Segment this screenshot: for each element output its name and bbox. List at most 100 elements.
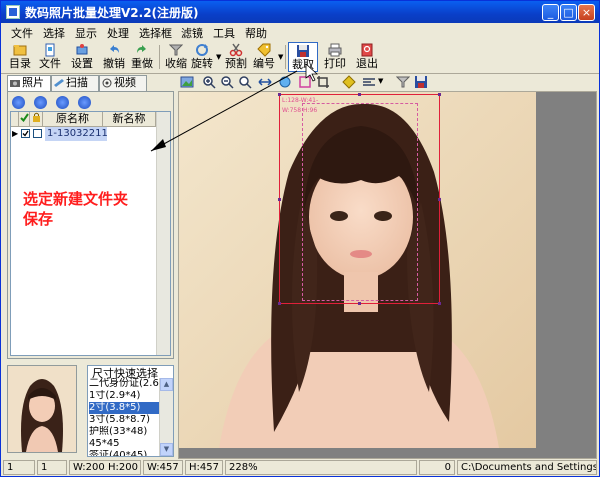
- size-quick-select: 尺寸快速选择 二代身份证(2.6 1寸(2.9*4) 2寸(3.8*5) 3寸(…: [7, 361, 174, 457]
- menu-view[interactable]: 显示: [75, 25, 97, 41]
- list-item[interactable]: 签证(40*45): [89, 450, 161, 456]
- redo-button[interactable]: 重做: [127, 42, 157, 72]
- close-button[interactable]: ×: [578, 4, 595, 21]
- crop-handle[interactable]: [278, 302, 281, 305]
- grid-header-check[interactable]: [19, 112, 30, 127]
- undo-icon: [110, 45, 119, 53]
- zoom-in-icon[interactable]: [202, 75, 216, 89]
- size-list-scrollbar[interactable]: ▲ ▼: [159, 378, 173, 456]
- status-position: 0: [419, 460, 455, 475]
- crop-frame-icon[interactable]: [298, 75, 312, 89]
- diamond-icon[interactable]: [342, 75, 356, 89]
- grid-header-new[interactable]: 新名称: [103, 112, 156, 127]
- prev-nav-icon[interactable]: [34, 96, 47, 109]
- numbering-dropdown-icon[interactable]: ▼: [278, 53, 283, 61]
- image-icon[interactable]: [180, 75, 194, 89]
- redo-icon: [137, 45, 146, 53]
- list-item-selected[interactable]: 2寸(3.8*5): [89, 402, 161, 414]
- print-button[interactable]: 打印: [320, 42, 350, 72]
- maximize-button[interactable]: □: [560, 4, 577, 21]
- status-bar: 1 1 W:200 H:200 W:457 H:457 228% 0 C:\Do…: [1, 459, 599, 476]
- crop-handle[interactable]: [438, 93, 441, 96]
- camera-icon: [10, 80, 20, 87]
- crop-handle[interactable]: [358, 302, 361, 305]
- toolbar-separator: [285, 45, 286, 69]
- left-panel: 照片 扫描 视频 原名称 新名称 ▶ 1-13032211 选定新建文件夹 保存…: [3, 74, 176, 459]
- last-nav-icon[interactable]: [78, 96, 91, 109]
- align-dropdown-icon[interactable]: ▼: [378, 77, 383, 85]
- select-move-icon[interactable]: [278, 75, 292, 89]
- menu-file[interactable]: 文件: [11, 25, 33, 41]
- grid-scrollbar[interactable]: [156, 112, 170, 355]
- preset-button[interactable]: 预割: [221, 42, 251, 72]
- save-disk-icon: [297, 45, 309, 57]
- zoom-fit-icon[interactable]: [238, 75, 252, 89]
- menu-filter[interactable]: 滤镜: [181, 25, 203, 41]
- status-count: 1: [37, 460, 67, 475]
- menu-help[interactable]: 帮助: [245, 25, 267, 41]
- check-icon: [22, 130, 29, 137]
- numbering-button[interactable]: 编号: [249, 42, 279, 72]
- row-original-name: 1-13032211: [45, 127, 107, 141]
- menu-process[interactable]: 处理: [107, 25, 129, 41]
- menu-bar: 文件 选择 显示 处理 选择框 滤镜 工具 帮助: [1, 23, 599, 41]
- lock-icon: [32, 112, 40, 122]
- menu-select[interactable]: 选择: [43, 25, 65, 41]
- instruction-annotation: 选定新建文件夹 保存: [23, 190, 129, 228]
- image-canvas[interactable]: L:128-W:41- W:758 H:96: [178, 91, 597, 459]
- exit-button[interactable]: 退出: [352, 42, 382, 72]
- crop-rectangle[interactable]: L:128-W:41- W:758 H:96: [278, 93, 441, 305]
- crop-info-line2: W:758 H:96: [282, 107, 318, 114]
- table-row[interactable]: ▶ 1-13032211: [11, 127, 170, 141]
- file-grid: 原名称 新名称 ▶ 1-13032211: [10, 111, 171, 356]
- directory-button[interactable]: 目录: [5, 42, 35, 72]
- status-zoom: 228%: [225, 460, 417, 475]
- scroll-up-button[interactable]: ▲: [160, 378, 173, 391]
- size-list[interactable]: 尺寸快速选择 二代身份证(2.6 1寸(2.9*4) 2寸(3.8*5) 3寸(…: [87, 365, 174, 457]
- row-lock-checkbox[interactable]: [33, 129, 42, 138]
- minimize-button[interactable]: _: [542, 4, 559, 21]
- tab-scan[interactable]: 扫描: [51, 75, 99, 91]
- crop-tool-icon[interactable]: [316, 75, 330, 89]
- list-item[interactable]: 护照(33*48): [89, 426, 161, 438]
- next-nav-icon[interactable]: [56, 96, 69, 109]
- crop-handle[interactable]: [278, 198, 281, 201]
- filter-icon[interactable]: [396, 75, 410, 89]
- rotate-icon: [196, 44, 208, 56]
- tab-video[interactable]: 视频: [99, 75, 147, 91]
- list-item[interactable]: 二代身份证(2.6: [89, 378, 161, 390]
- folder-icon: [13, 45, 27, 56]
- list-item[interactable]: 45*45: [89, 438, 161, 450]
- menu-tools[interactable]: 工具: [213, 25, 235, 41]
- crop-info-line1: L:128-W:41-: [282, 97, 319, 104]
- portrait-thumbnail: [8, 366, 76, 452]
- image-toolbar: ▼: [178, 74, 599, 91]
- row-pointer-icon: ▶: [12, 129, 19, 138]
- title-bar[interactable]: 数码照片批量处理V2.2(注册版) _ □ ×: [1, 1, 599, 23]
- crop-handle[interactable]: [278, 93, 281, 96]
- scroll-down-button[interactable]: ▼: [160, 443, 173, 456]
- crop-handle[interactable]: [438, 198, 441, 201]
- scissors-icon: [229, 43, 243, 57]
- tab-photos[interactable]: 照片: [7, 75, 51, 92]
- grid-header-original[interactable]: 原名称: [43, 112, 103, 127]
- funnel-icon: [169, 44, 183, 56]
- row-select-checkbox[interactable]: [21, 129, 30, 138]
- list-item[interactable]: 3寸(5.8*8.7): [89, 414, 161, 426]
- first-nav-icon[interactable]: [12, 96, 25, 109]
- align-icon[interactable]: [362, 75, 376, 89]
- rotate-button[interactable]: 旋转: [187, 42, 217, 72]
- crop-handle[interactable]: [438, 302, 441, 305]
- list-item[interactable]: 1寸(2.9*4): [89, 390, 161, 402]
- crop-handle[interactable]: [358, 93, 361, 96]
- save-icon[interactable]: [414, 75, 428, 89]
- grid-header-lock[interactable]: [30, 112, 43, 127]
- photo-thumbnail: [7, 365, 77, 453]
- zoom-out-icon[interactable]: [220, 75, 234, 89]
- file-button[interactable]: 文件: [35, 42, 65, 72]
- settings-button[interactable]: 设置: [67, 42, 97, 72]
- crop-save-button[interactable]: 裁取: [288, 42, 318, 72]
- menu-selection-box[interactable]: 选择框: [139, 25, 172, 41]
- undo-button[interactable]: 撤销: [99, 42, 129, 72]
- horizontal-arrows-icon[interactable]: [258, 75, 272, 89]
